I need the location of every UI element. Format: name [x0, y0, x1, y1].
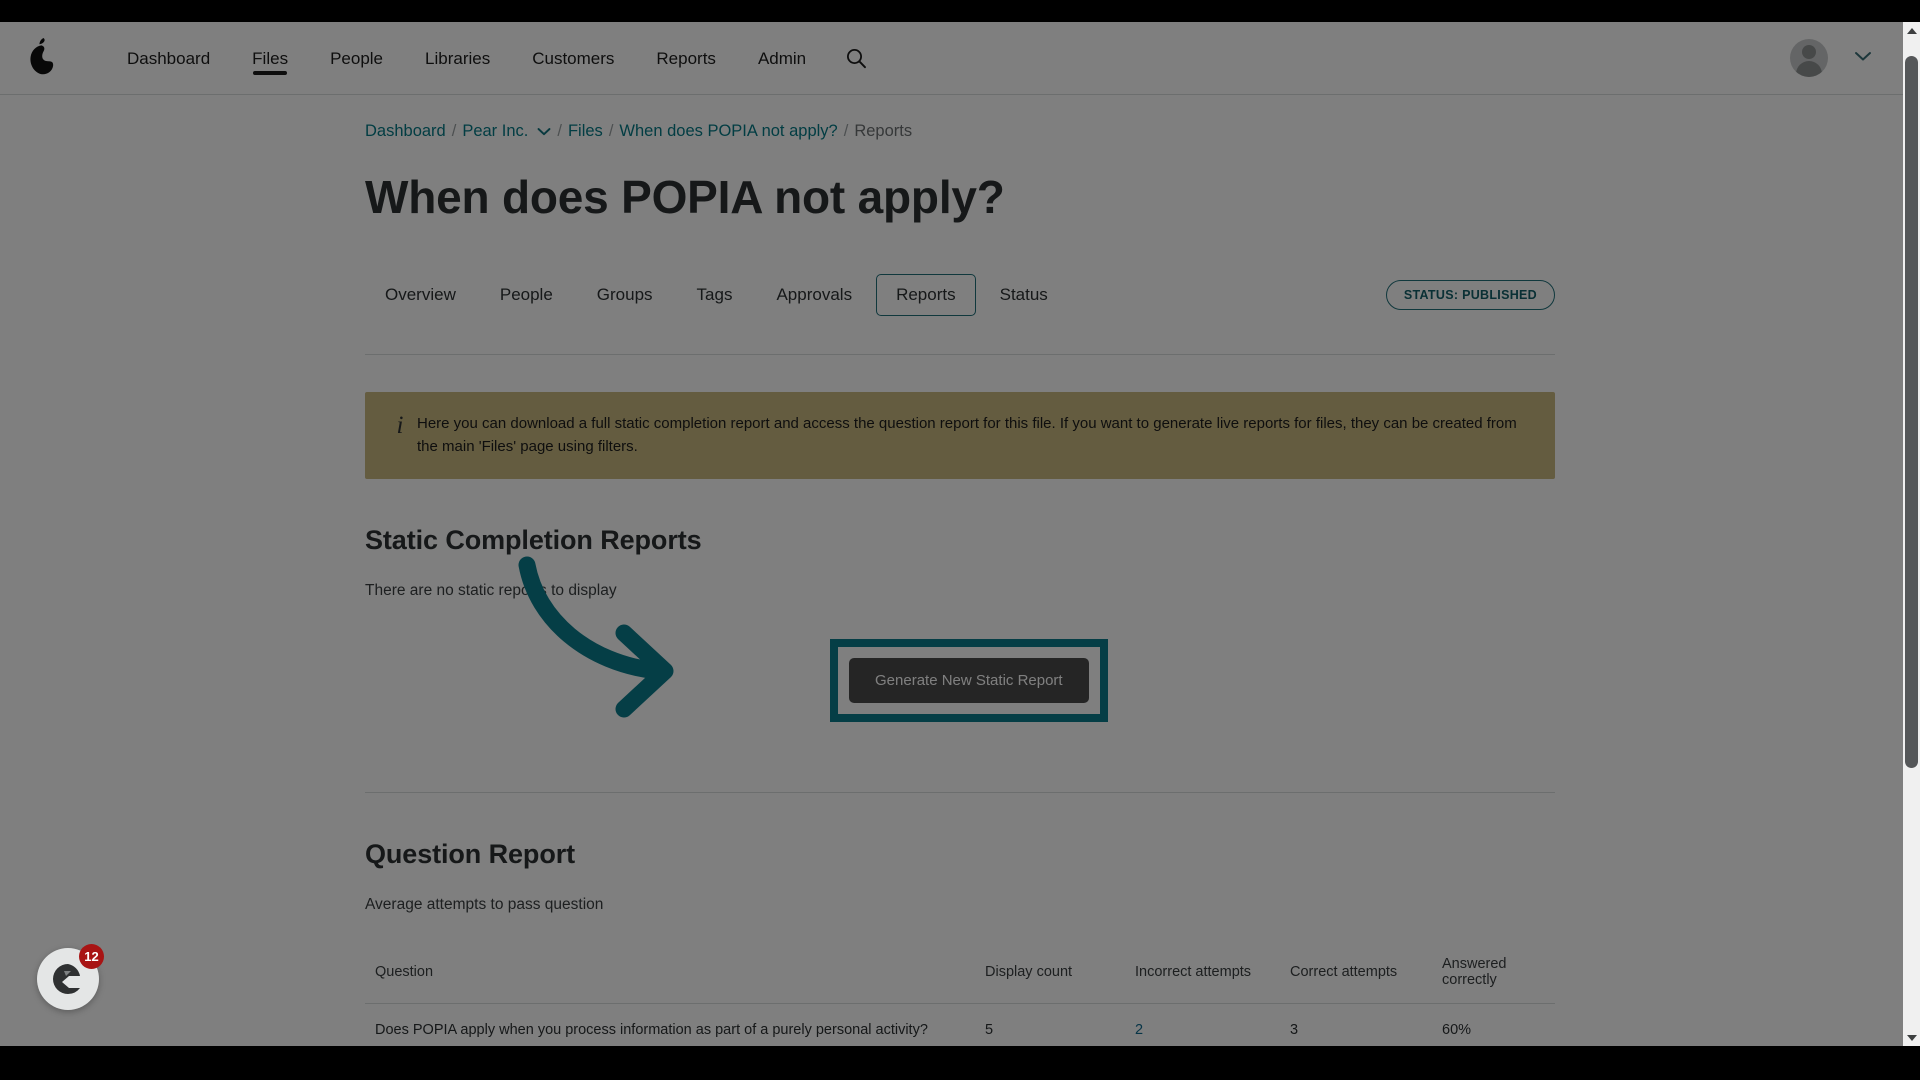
nav-item-libraries[interactable]: Libraries [404, 22, 511, 95]
table-body: Does POPIA apply when you process inform… [365, 1003, 1555, 1046]
breadcrumb-item-reports: Reports [854, 122, 913, 140]
column-header-incorrect-attempts[interactable]: Incorrect attempts [1125, 943, 1280, 1004]
breadcrumb-item-file[interactable]: When does POPIA not apply? [619, 122, 837, 141]
generate-report-highlight-wrapper: Generate New Static Report [830, 638, 1108, 722]
scroll-up-arrow-icon[interactable] [1903, 22, 1920, 39]
nav-links: Dashboard Files People Libraries Custome… [106, 22, 867, 95]
nav-item-reports[interactable]: Reports [635, 22, 737, 95]
tab-tags[interactable]: Tags [677, 274, 753, 316]
vertical-scroll-thumb[interactable] [1905, 56, 1918, 768]
page-content: Dashboard / Pear Inc. / Files / When doe… [0, 95, 1920, 1046]
tabs-row: Overview People Groups Tags Approvals Re… [365, 274, 1555, 316]
nav-item-files[interactable]: Files [231, 22, 309, 95]
nav-item-people[interactable]: People [309, 22, 404, 95]
nav-item-admin[interactable]: Admin [737, 22, 827, 95]
cell-incorrect-attempts[interactable]: 2 [1125, 1003, 1280, 1046]
table-head: Question Display count Incorrect attempt… [365, 943, 1555, 1004]
column-header-correct-attempts[interactable]: Correct attempts [1280, 943, 1432, 1004]
breadcrumb-separator: / [451, 122, 457, 140]
tab-approvals[interactable]: Approvals [756, 274, 872, 316]
table-row: Does POPIA apply when you process inform… [365, 1003, 1555, 1046]
avatar[interactable] [1790, 39, 1828, 77]
divider [365, 791, 1555, 793]
browser-viewport: Dashboard Files People Libraries Custome… [0, 22, 1920, 1046]
chevron-down-icon[interactable] [1854, 49, 1872, 67]
chat-launcher-icon[interactable]: 12 [37, 944, 104, 1010]
question-report-subtitle: Average attempts to pass question [365, 895, 604, 913]
static-reports-block: There are no static reports to display G… [365, 556, 1555, 782]
info-icon: i [396, 412, 404, 439]
column-header-answered-correctly[interactable]: Answered correctly [1432, 943, 1555, 1004]
cell-question: Does POPIA apply when you process inform… [375, 1021, 928, 1038]
tab-status[interactable]: Status [980, 274, 1068, 316]
nav-item-dashboard[interactable]: Dashboard [106, 22, 231, 95]
cell-answered-correctly: 60% [1442, 1021, 1472, 1038]
status-badge[interactable]: STATUS: PUBLISHED [1385, 280, 1555, 310]
tab-list: Overview People Groups Tags Approvals Re… [365, 274, 1068, 316]
breadcrumb-item-pear-inc[interactable]: Pear Inc. [462, 122, 528, 141]
question-report-table: Question Display count Incorrect attempt… [365, 943, 1555, 1047]
divider [365, 354, 1555, 355]
tab-reports[interactable]: Reports [876, 274, 976, 316]
cell-correct-attempts: 3 [1290, 1021, 1299, 1038]
vertical-scrollbar[interactable] [1903, 22, 1920, 1046]
tab-groups[interactable]: Groups [577, 274, 673, 316]
curved-arrow-icon [485, 547, 715, 737]
column-header-display-count[interactable]: Display count [975, 943, 1125, 1004]
generate-new-static-report-button[interactable]: Generate New Static Report [849, 657, 1089, 703]
nav-item-customers[interactable]: Customers [511, 22, 635, 95]
breadcrumb-chevron-down-icon[interactable] [537, 122, 551, 141]
info-banner-text: Here you can download a full static comp… [417, 415, 1517, 456]
tab-overview[interactable]: Overview [365, 274, 476, 316]
account-area [1790, 39, 1920, 77]
breadcrumb-item-files[interactable]: Files [568, 122, 603, 141]
info-banner: i Here you can download a full static co… [365, 392, 1555, 479]
scroll-down-arrow-icon[interactable] [1903, 1029, 1920, 1046]
breadcrumb-separator: / [557, 122, 562, 140]
search-icon[interactable] [845, 47, 867, 69]
top-navigation-bar: Dashboard Files People Libraries Custome… [0, 22, 1920, 95]
column-header-question[interactable]: Question [365, 943, 975, 1004]
chat-unread-badge: 12 [79, 944, 104, 969]
pear-logo-icon[interactable] [6, 37, 78, 79]
table-header-row: Question Display count Incorrect attempt… [365, 943, 1555, 1004]
cell-display-count: 5 [985, 1021, 994, 1038]
breadcrumb-separator: / [608, 122, 614, 140]
page-title: When does POPIA not apply? [365, 171, 1005, 223]
breadcrumb-separator: / [843, 122, 849, 140]
question-report-heading: Question Report [365, 838, 576, 869]
highlight-box: Generate New Static Report [830, 638, 1108, 722]
breadcrumb-item-dashboard[interactable]: Dashboard [365, 122, 446, 141]
breadcrumb: Dashboard / Pear Inc. / Files / When doe… [365, 95, 1555, 141]
tab-people[interactable]: People [480, 274, 573, 316]
